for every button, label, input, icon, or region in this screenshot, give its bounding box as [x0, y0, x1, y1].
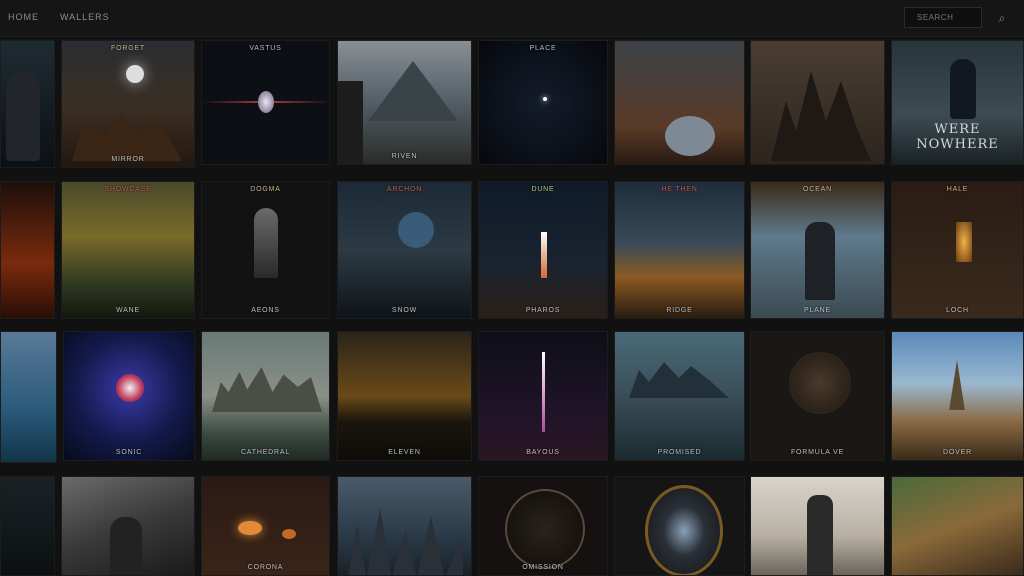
- tile-caption-top: HALE: [946, 186, 969, 193]
- wallpaper-tile[interactable]: [61, 476, 195, 576]
- wallpaper-tile[interactable]: [750, 40, 885, 165]
- tile-caption-top: OCEAN: [803, 186, 832, 193]
- wallpaper-tile[interactable]: PLACE: [478, 40, 608, 165]
- wallpaper-tile[interactable]: [0, 181, 55, 319]
- wallpaper-tile[interactable]: [614, 40, 745, 165]
- wallpaper-tile[interactable]: DOVER: [891, 331, 1024, 461]
- wallpaper-tile[interactable]: VASTUS: [201, 40, 330, 165]
- wallpaper-tile[interactable]: FORMULA VE: [750, 331, 885, 461]
- wallpaper-tile[interactable]: SONIC: [63, 331, 195, 461]
- wallpaper-tile[interactable]: DOGMA AEONS: [201, 181, 330, 319]
- wallpaper-tile[interactable]: [0, 331, 57, 463]
- wallpaper-tile[interactable]: HALE LOCH: [891, 181, 1024, 319]
- tile-caption: DOVER: [943, 449, 972, 456]
- tile-caption: AEONS: [251, 307, 280, 314]
- wallpaper-tile[interactable]: PROMISED: [614, 331, 745, 461]
- wallpaper-tile[interactable]: DUNE PHAROS: [478, 181, 608, 319]
- tile-caption: SONIC: [115, 449, 143, 456]
- wallpaper-tile[interactable]: [614, 476, 745, 576]
- tile-caption: PROMISED: [657, 449, 702, 456]
- wallpaper-tile[interactable]: [0, 476, 55, 576]
- tile-caption-top: SHOWCASE: [104, 186, 152, 193]
- wallpaper-tile[interactable]: FORGET MIRROR: [61, 40, 195, 168]
- tile-caption-top: PLACE: [529, 45, 557, 52]
- tile-caption: SNOW: [392, 307, 417, 314]
- nav-home-link[interactable]: HOME: [8, 12, 39, 22]
- wallpaper-tile[interactable]: CORONA: [201, 476, 330, 576]
- wallpaper-tile[interactable]: CATHEDRAL: [201, 331, 330, 461]
- tile-caption: MIRROR: [111, 156, 145, 163]
- wallpaper-tile[interactable]: HE THEN RIDGE: [614, 181, 745, 319]
- wallpaper-tile[interactable]: [0, 40, 55, 168]
- tile-caption: CATHEDRAL: [240, 449, 291, 456]
- tile-caption: RIDGE: [666, 307, 693, 314]
- tile-title: WERE NOWHERE: [916, 122, 999, 152]
- wallpaper-tile[interactable]: ELEVEN: [337, 331, 472, 461]
- tile-caption: LOCH: [946, 307, 969, 314]
- tile-caption: CORONA: [247, 564, 284, 571]
- tile-caption: BAYOUS: [526, 449, 560, 456]
- wallpaper-tile[interactable]: ARCHON SNOW: [337, 181, 472, 319]
- tile-caption-top: DOGMA: [250, 186, 281, 193]
- top-navigation-bar: HOME WALLERS SEARCH ⌕: [0, 0, 1024, 37]
- wallpaper-tile[interactable]: RIVEN: [337, 40, 472, 165]
- wallpaper-tile[interactable]: OCEAN PLANE: [750, 181, 885, 319]
- tile-caption: ELEVEN: [388, 449, 421, 456]
- tile-caption-top: DUNE: [531, 186, 555, 193]
- tile-caption: PLANE: [804, 307, 831, 314]
- tile-caption: OMISSION: [522, 564, 564, 571]
- tile-caption-top: HE THEN: [661, 186, 698, 193]
- tile-caption-top: FORGET: [111, 45, 145, 52]
- tile-caption: FORMULA VE: [790, 449, 845, 456]
- wallpaper-grid: FORGET MIRROR VASTUS RIVEN PLACE WERE NO…: [0, 36, 1024, 576]
- tile-caption-top: ARCHON: [386, 186, 423, 193]
- search-input[interactable]: SEARCH: [904, 7, 982, 28]
- nav-wallpapers-link[interactable]: WALLERS: [60, 12, 110, 22]
- wallpaper-tile[interactable]: BAYOUS: [478, 331, 608, 461]
- wallpaper-tile[interactable]: [750, 476, 885, 576]
- tile-caption-top: VASTUS: [249, 45, 282, 52]
- wallpaper-tile[interactable]: [337, 476, 472, 576]
- tile-caption: WANE: [116, 307, 140, 314]
- wallpaper-tile[interactable]: SHOWCASE WANE: [61, 181, 195, 319]
- wallpaper-tile[interactable]: OMISSION: [478, 476, 608, 576]
- wallpaper-tile[interactable]: [891, 476, 1024, 576]
- tile-caption: PHAROS: [525, 307, 561, 314]
- wallpaper-tile[interactable]: WERE NOWHERE: [891, 40, 1024, 165]
- tile-caption: RIVEN: [391, 153, 418, 160]
- search-icon[interactable]: ⌕: [994, 10, 1010, 26]
